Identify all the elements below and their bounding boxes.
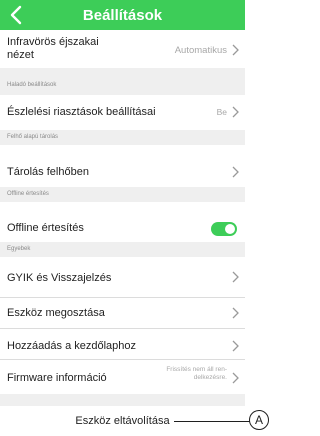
section-header-advanced: Haladó beállítások bbox=[0, 78, 245, 93]
firmware-value-line1: Frissítés nem áll ren- bbox=[166, 366, 227, 373]
share-device-label: Eszköz megosztása bbox=[7, 307, 105, 319]
page-title: Beállítások bbox=[82, 7, 163, 24]
section-header-cloud: Felhő alapú tárolás bbox=[0, 130, 245, 145]
toggle-knob bbox=[225, 224, 235, 234]
section-label-advanced: Haladó beállítások bbox=[7, 82, 57, 88]
section-label-other: Egyebek bbox=[7, 246, 31, 252]
chevron-right-icon bbox=[232, 307, 239, 319]
section-header-other: Egyebek bbox=[0, 242, 245, 257]
add-to-home-label: Hozzáadás a kezdőlaphoz bbox=[7, 340, 137, 352]
detection-alerts-value: Be bbox=[216, 107, 227, 117]
section-label-cloud: Felhő alapú tárolás bbox=[7, 134, 59, 140]
infrared-night-view-label: Infravörös éjszakai nézet bbox=[7, 36, 99, 62]
chevron-right-icon bbox=[232, 372, 239, 384]
chevron-right-icon bbox=[232, 44, 239, 56]
callout-marker: A bbox=[249, 410, 269, 430]
cloud-storage-label: Tárolás felhőben bbox=[7, 166, 89, 178]
faq-feedback-row[interactable]: GYIK és Visszajelzés bbox=[0, 257, 245, 297]
callout-letter: A bbox=[254, 413, 263, 427]
share-device-row[interactable]: Eszköz megosztása bbox=[0, 298, 245, 328]
header-bar: Beállítások bbox=[0, 0, 245, 30]
chevron-right-icon bbox=[232, 106, 239, 118]
chevron-right-icon bbox=[232, 271, 239, 283]
section-header-offline: Offline értesítés bbox=[0, 187, 245, 202]
detection-alerts-row[interactable]: Észlelési riasztások beállításai Be bbox=[0, 95, 245, 130]
add-to-home-row[interactable]: Hozzáadás a kezdőlaphoz bbox=[0, 329, 245, 359]
infrared-label-line1: Infravörös éjszakai bbox=[7, 36, 99, 48]
faq-feedback-label: GYIK és Visszajelzés bbox=[7, 272, 112, 284]
detection-alerts-label: Észlelési riasztások beállításai bbox=[7, 106, 156, 118]
firmware-info-value: Frissítés nem áll ren- delkezésre. bbox=[166, 366, 227, 382]
callout-line bbox=[174, 421, 250, 422]
infrared-night-view-row[interactable]: Infravörös éjszakai nézet Automatikus bbox=[0, 30, 245, 68]
offline-notification-toggle[interactable] bbox=[211, 222, 237, 236]
infrared-label-line2: nézet bbox=[7, 49, 34, 61]
firmware-value-line2: delkezésre. bbox=[193, 374, 227, 381]
chevron-right-icon bbox=[232, 166, 239, 178]
offline-notification-label: Offline értesítés bbox=[7, 222, 84, 234]
chevron-right-icon bbox=[232, 340, 239, 352]
offline-notification-row: Offline értesítés bbox=[0, 202, 245, 242]
cloud-storage-row[interactable]: Tárolás felhőben bbox=[0, 145, 245, 187]
infrared-night-view-value: Automatikus bbox=[174, 45, 227, 56]
section-label-offline: Offline értesítés bbox=[7, 191, 49, 197]
settings-screen: Beállítások Infravörös éjszakai nézet Au… bbox=[0, 0, 245, 436]
firmware-info-label: Firmware információ bbox=[7, 372, 107, 384]
firmware-info-row[interactable]: Firmware információ Frissítés nem áll re… bbox=[0, 360, 245, 394]
